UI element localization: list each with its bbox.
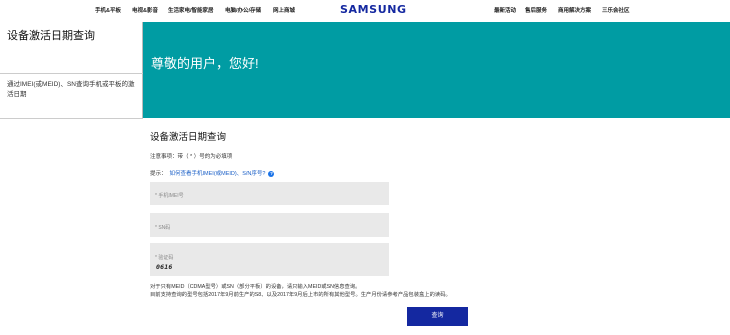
footnote-line-1: 对于只有MEID（CDMA型号）或SN（部分平板）的设备，请只输入MEID或SN…	[150, 284, 361, 290]
nav-item-community[interactable]: 三乐会社区	[602, 6, 630, 14]
nav-item-computers[interactable]: 电脑/办公/存储	[225, 6, 261, 14]
imei-help-link[interactable]: 如何查看手机IMEI(或MEID)、S/N序号?	[170, 171, 266, 177]
info-icon[interactable]: ?	[268, 170, 275, 177]
sn-input[interactable]: * SN码	[150, 213, 389, 237]
captcha-image[interactable]: 0616	[156, 263, 175, 271]
captcha-input[interactable]: * 验证码 0616	[150, 243, 389, 276]
sidebar-title: 设备激活日期查询	[7, 30, 95, 42]
banner-greeting: 尊敬的用户，您好!	[151, 56, 259, 71]
sidebar-divider	[0, 73, 143, 74]
nav-item-shop[interactable]: 网上商城	[273, 6, 295, 14]
tip-line: 提示： 如何查看手机IMEI(或MEID)、S/N序号??	[150, 169, 275, 177]
hero-banner: 尊敬的用户，您好!	[143, 22, 730, 118]
captcha-placeholder: * 验证码	[155, 255, 174, 261]
query-button[interactable]: 查询	[407, 307, 468, 326]
nav-item-tv[interactable]: 电视&影音	[132, 6, 158, 14]
nav-item-appliances[interactable]: 生活家电/智能家居	[168, 6, 214, 14]
nav-item-support[interactable]: 售后服务	[525, 6, 547, 14]
imei-input[interactable]: * 手机IMEI号	[150, 182, 389, 205]
nav-item-promotions[interactable]: 最新活动	[494, 6, 516, 14]
samsung-logo[interactable]: SAMSUNG	[340, 3, 407, 16]
nav-item-business[interactable]: 商用解决方案	[558, 6, 591, 14]
required-notice: 注意事项：带（ * ）号的为必填项	[150, 154, 233, 160]
sn-placeholder: * SN码	[155, 225, 171, 231]
footnote-line-2: 目前支持查询的型号包括2017年9月前生产的S8、以及2017年9月后上市的所有…	[150, 292, 451, 298]
nav-item-mobile[interactable]: 手机&平板	[95, 6, 121, 14]
sidebar-item-activation-query[interactable]: 通过IMEI(或MEID)、SN查询手机或平板的激活日期	[7, 80, 135, 100]
top-navigation: 手机&平板 电视&影音 生活家电/智能家居 电脑/办公/存储 网上商城 SAMS…	[0, 0, 730, 22]
tip-label: 提示：	[150, 171, 167, 177]
sidebar-divider-bottom	[0, 118, 143, 119]
form-title: 设备激活日期查询	[150, 132, 227, 143]
imei-placeholder: * 手机IMEI号	[155, 193, 184, 199]
